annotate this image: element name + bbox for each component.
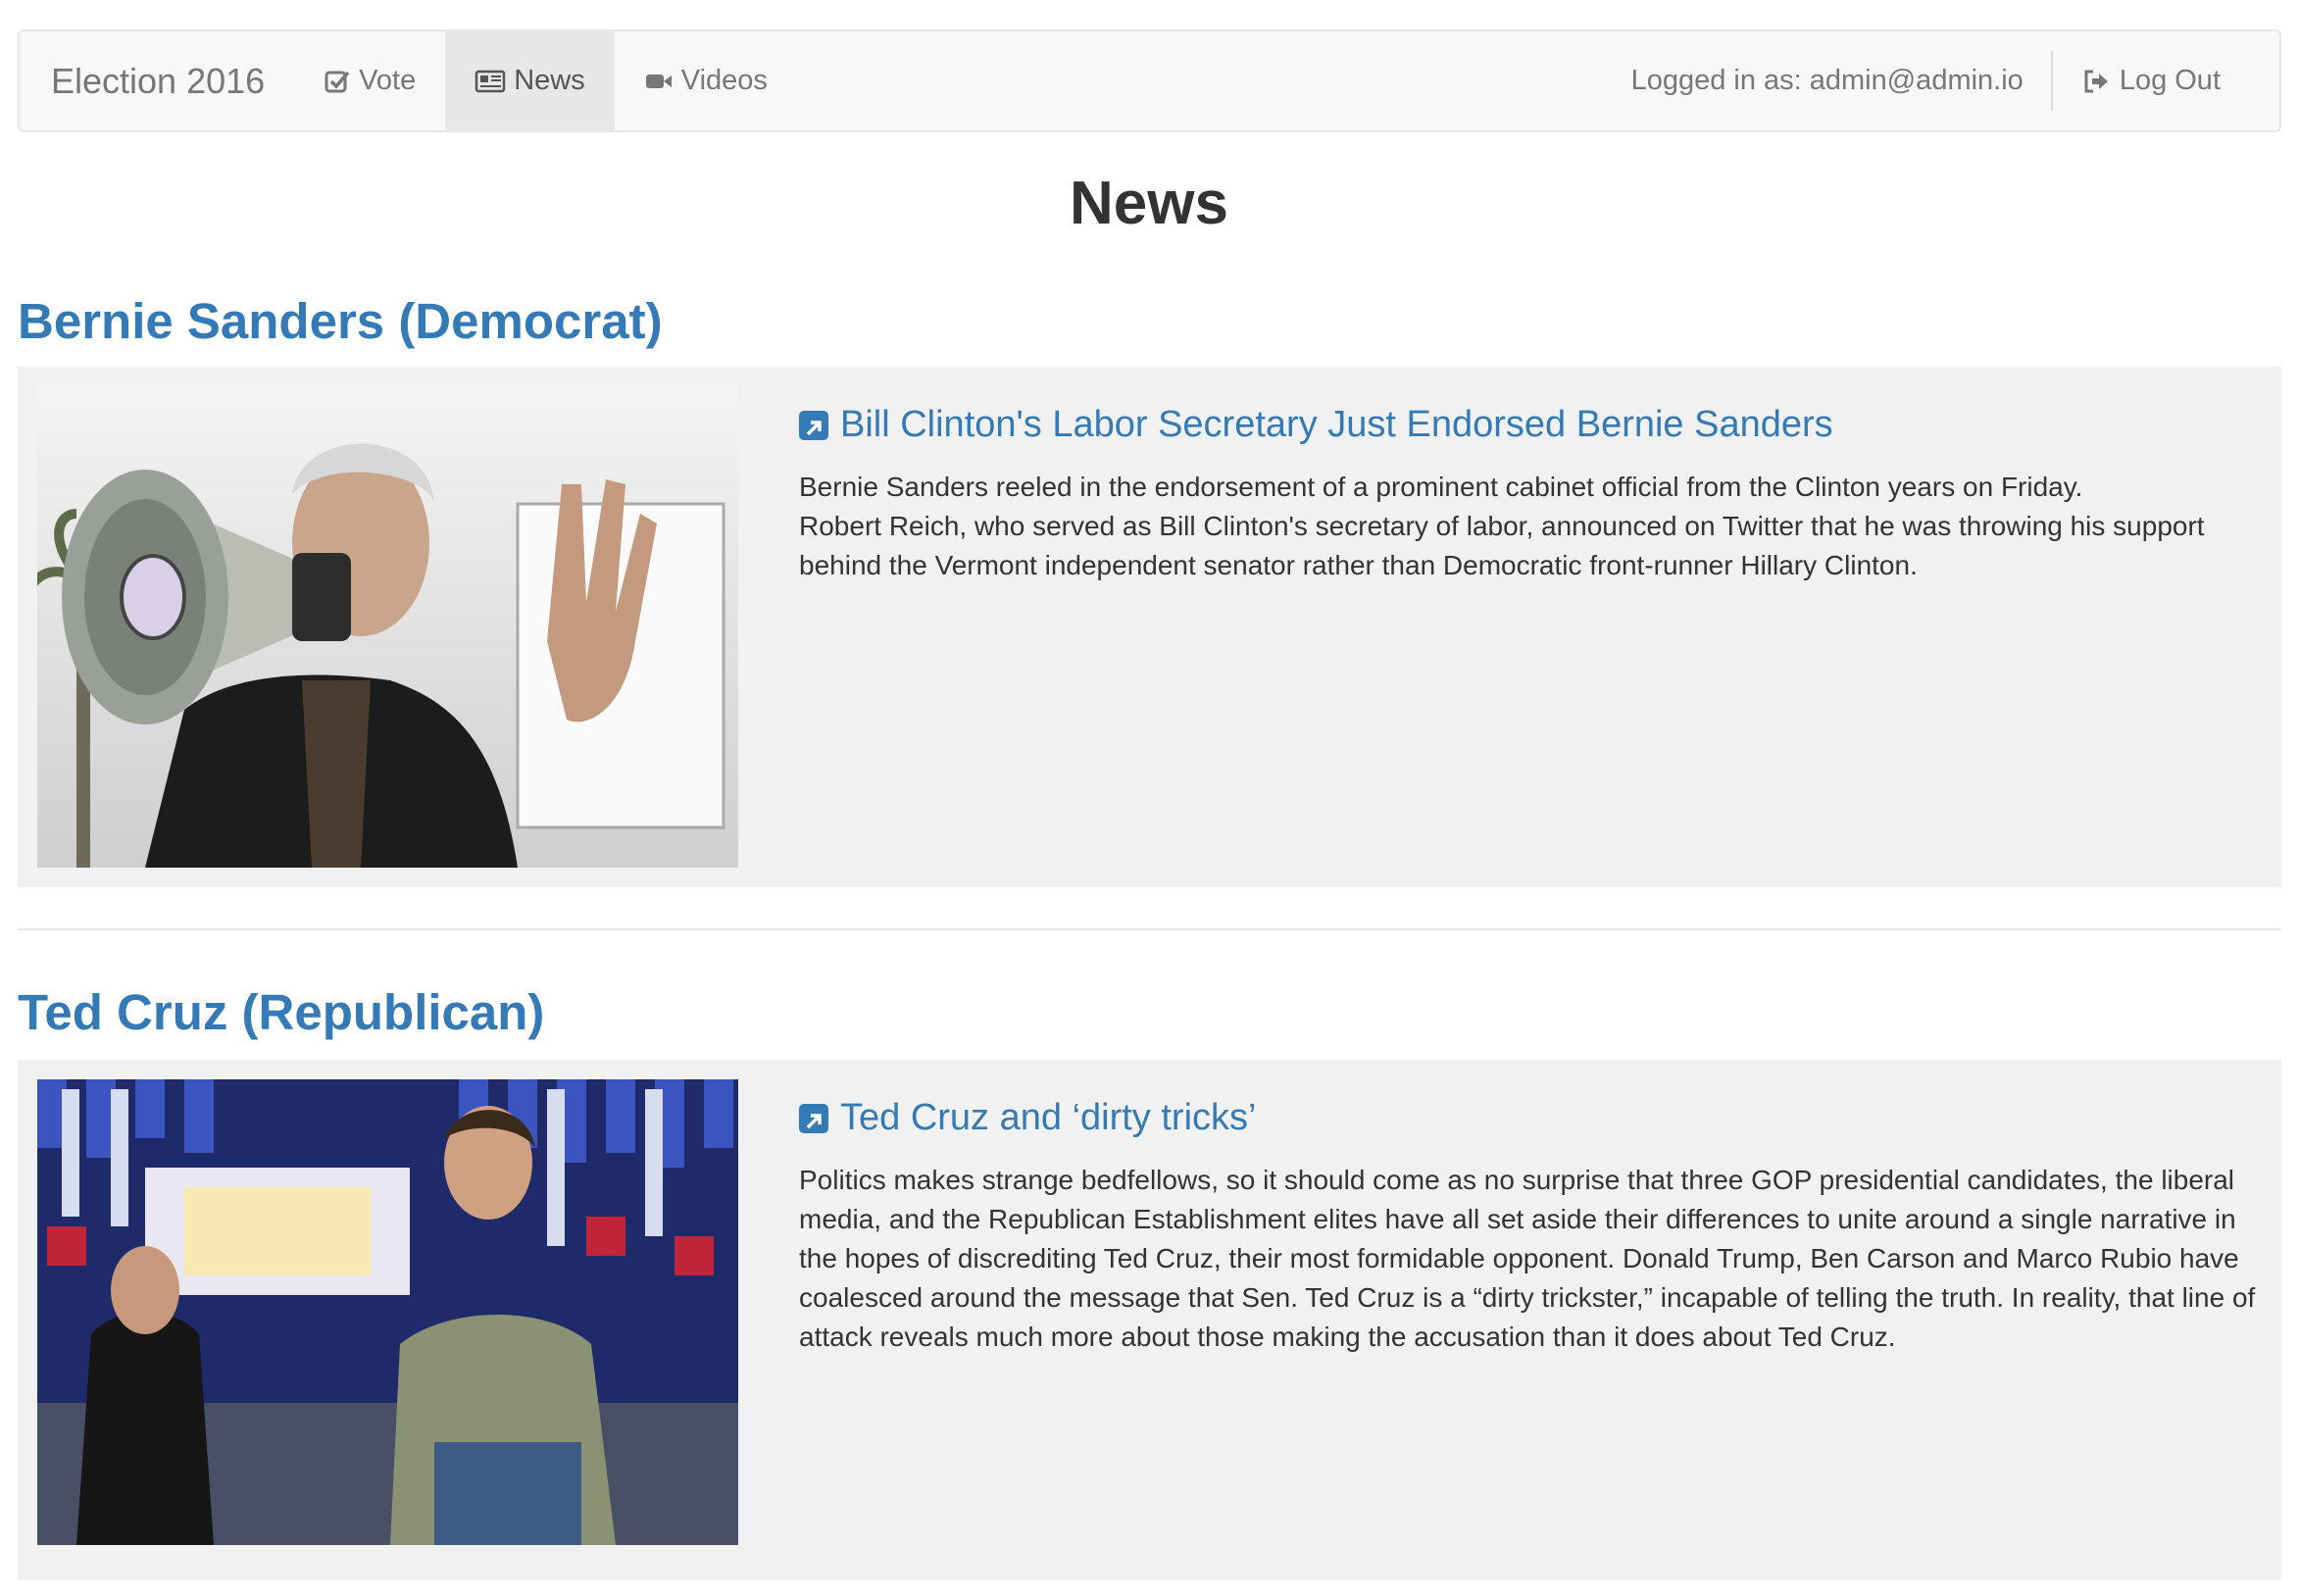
news-card: Bill Clinton's Labor Secretary Just Endo… [18, 367, 2281, 887]
logout-button[interactable]: Log Out [2053, 31, 2279, 130]
external-link-icon [799, 1103, 828, 1133]
page-title: News [1070, 170, 1228, 237]
nav-item-label: Videos [680, 65, 768, 96]
article-summary: Politics makes strange bedfellows, so it… [799, 1165, 2256, 1352]
candidate-section-cruz: Ted Cruz (Republican) Ted Cruz and ‘dirt… [18, 984, 2281, 1580]
candidate-heading[interactable]: Bernie Sanders (Democrat) [18, 293, 2281, 349]
nav-item-vote[interactable]: Vote [294, 31, 445, 130]
top-navbar: Election 2016 Vote News Videos Logged in… [18, 29, 2281, 132]
sign-out-icon [2082, 69, 2110, 94]
article-link[interactable]: Ted Cruz and ‘dirty tricks’ [799, 1097, 2262, 1139]
news-card: Ted Cruz and ‘dirty tricks’ Politics mak… [18, 1060, 2281, 1580]
logout-label: Log Out [2119, 65, 2221, 96]
external-link-icon [799, 410, 828, 440]
nav-item-news[interactable]: News [445, 31, 615, 130]
check-square-icon [324, 68, 351, 95]
article-image [37, 386, 738, 868]
article-link[interactable]: Bill Clinton's Labor Secretary Just Endo… [799, 404, 2262, 446]
candidate-section-sanders: Bernie Sanders (Democrat) Bill Clinton's… [18, 293, 2281, 887]
newspaper-icon [475, 69, 506, 94]
article-title: Ted Cruz and ‘dirty tricks’ [840, 1097, 1257, 1138]
article-title: Bill Clinton's Labor Secretary Just Endo… [840, 404, 1833, 445]
video-camera-icon [644, 70, 674, 93]
brand-link[interactable]: Election 2016 [20, 31, 294, 130]
nav-item-label: News [514, 65, 585, 96]
nav-item-label: Vote [359, 65, 417, 96]
article-summary-line: Robert Reich, who served as Bill Clinton… [799, 511, 2205, 580]
article-image [37, 1079, 738, 1561]
candidate-heading[interactable]: Ted Cruz (Republican) [18, 984, 2281, 1040]
logged-in-text: Logged in as: admin@admin.io [1630, 65, 2023, 96]
section-divider [18, 928, 2281, 930]
nav-item-videos[interactable]: Videos [615, 31, 797, 130]
article-body: Bill Clinton's Labor Secretary Just Endo… [799, 404, 2262, 585]
article-body: Ted Cruz and ‘dirty tricks’ Politics mak… [799, 1097, 2262, 1357]
article-summary-line: Bernie Sanders reeled in the endorsement… [799, 472, 2083, 502]
